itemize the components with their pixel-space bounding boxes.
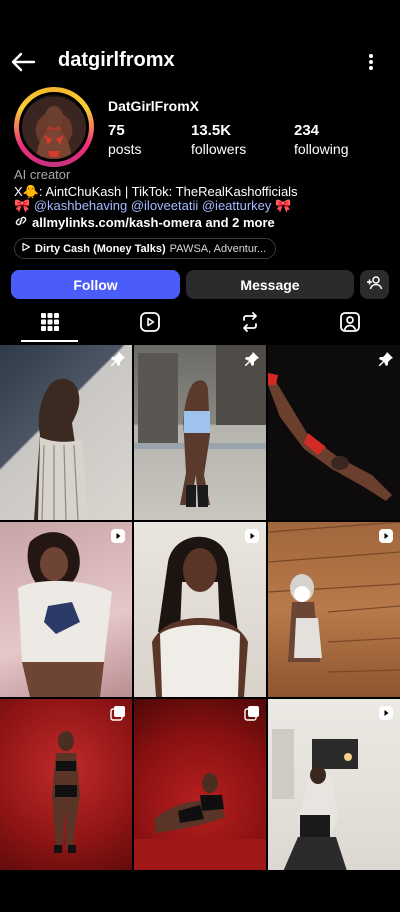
post-thumbnail[interactable] xyxy=(0,699,132,874)
bio-mention-links[interactable]: @kashbehaving @iloveetatii @ieatturkey xyxy=(34,198,272,213)
post-thumbnail[interactable] xyxy=(0,345,132,520)
post-thumbnail[interactable] xyxy=(268,699,400,874)
link-icon xyxy=(14,214,28,231)
profile-category: AI creator xyxy=(14,167,71,182)
tab-reels[interactable] xyxy=(100,305,200,343)
bottom-bar xyxy=(0,870,400,912)
tab-reposts[interactable] xyxy=(200,305,300,343)
message-button[interactable]: Message xyxy=(186,270,354,299)
reel-icon xyxy=(378,705,394,721)
add-person-icon xyxy=(366,274,384,295)
post-thumbnail[interactable] xyxy=(134,699,266,874)
following-count-value: 234 xyxy=(294,122,320,139)
followers-count[interactable]: 13.5K followers xyxy=(191,122,246,157)
followers-count-value: 13.5K xyxy=(191,122,232,139)
following-count[interactable]: 234 following xyxy=(294,122,348,157)
post-thumbnail[interactable] xyxy=(268,345,400,520)
avatar[interactable] xyxy=(19,92,89,162)
profile-username: datgirlfromx xyxy=(58,49,175,71)
reel-icon xyxy=(110,528,126,544)
tab-posts[interactable] xyxy=(0,305,100,343)
status-bar xyxy=(0,0,400,40)
post-thumbnail[interactable] xyxy=(268,522,400,697)
following-count-label: following xyxy=(294,141,349,157)
profile-music[interactable]: Dirty Cash (Money Talks) PAWSA, Adventur… xyxy=(14,238,277,259)
active-tab-indicator xyxy=(21,340,78,342)
post-thumbnail[interactable] xyxy=(134,345,266,520)
pin-icon xyxy=(110,351,126,367)
tagged-icon xyxy=(339,311,361,338)
tab-tagged[interactable] xyxy=(300,305,400,343)
followers-count-label: followers xyxy=(191,141,247,157)
post-thumbnail[interactable] xyxy=(134,522,266,697)
reels-icon xyxy=(139,311,161,338)
play-icon xyxy=(21,242,31,255)
back-arrow-icon[interactable] xyxy=(10,50,36,74)
posts-count[interactable]: 75 posts xyxy=(108,122,141,157)
reel-icon xyxy=(378,528,394,544)
external-link[interactable]: allmylinks.com/kash-omera and 2 more xyxy=(14,214,275,231)
carousel-icon xyxy=(244,705,260,721)
reel-icon xyxy=(244,528,260,544)
music-artist: PAWSA, Adventur... xyxy=(169,242,267,255)
posts-count-label: posts xyxy=(108,141,142,157)
carousel-icon xyxy=(110,705,126,721)
grid-icon xyxy=(40,312,60,337)
bio-emoji-suffix: 🎀 xyxy=(271,198,292,213)
follow-button[interactable]: Follow xyxy=(11,270,180,299)
reposts-icon xyxy=(239,311,261,338)
pin-icon xyxy=(244,351,260,367)
music-song-title: Dirty Cash (Money Talks) xyxy=(35,242,166,255)
suggest-people-button[interactable] xyxy=(360,270,389,299)
posts-count-value: 75 xyxy=(108,122,125,139)
display-name: DatGirlFromX xyxy=(108,98,200,114)
bio-emoji-prefix: 🎀 xyxy=(14,198,34,213)
bio-mentions-line: 🎀 @kashbehaving @iloveetatii @ieatturkey… xyxy=(14,198,291,214)
more-options-icon[interactable] xyxy=(362,50,380,74)
external-link-text: allmylinks.com/kash-omera and 2 more xyxy=(32,215,275,230)
profile-tabs xyxy=(0,305,400,343)
post-thumbnail[interactable] xyxy=(0,522,132,697)
pin-icon xyxy=(378,351,394,367)
